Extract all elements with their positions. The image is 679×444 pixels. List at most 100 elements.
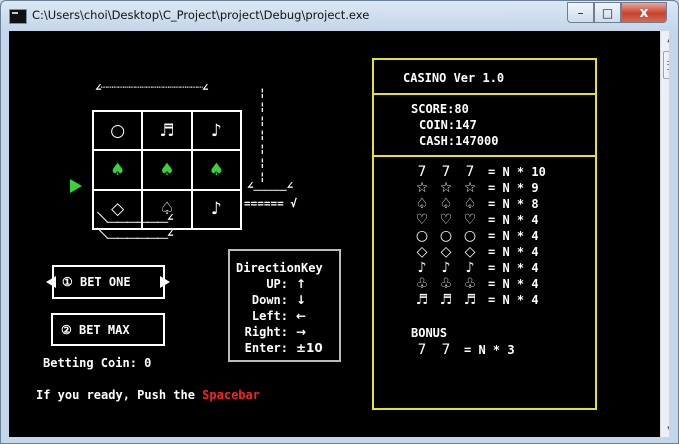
paytable-symbol: ○ [439, 228, 453, 244]
paytable-symbol: ♤ [463, 196, 477, 212]
paytable-payout: = N * 4 [488, 277, 539, 291]
direction-key-label: Enter: [244, 341, 288, 355]
paytable-symbol: ♡ [463, 212, 477, 228]
paytable-row: ♧ ♧ ♧ = N * 4 [410, 276, 539, 292]
vertical-scrollbar[interactable]: ▲ ▼ [660, 31, 669, 437]
machine-base-art-2: ＼＿＿＿＿＿＿∠ [97, 227, 174, 240]
paytable-symbol: ○ [415, 228, 429, 244]
paytable-symbol: ☆ [415, 180, 429, 196]
direction-key-label: Right: [244, 325, 288, 339]
paytable-symbol: ◇ [416, 244, 428, 260]
paytable-symbol: 7 [417, 164, 427, 180]
direction-key-label: Left: [251, 309, 288, 323]
direction-key-label: Down: [251, 293, 288, 307]
reel-cell: ○ [93, 111, 143, 151]
paytable-symbol: 7 [465, 164, 475, 180]
paytable-row: 7 7 7 = N * 10 [410, 164, 546, 180]
paytable-symbol: 7 [441, 164, 451, 180]
cash-text: CASH:147000 [419, 134, 499, 148]
paytable-symbol: ☆ [463, 180, 477, 196]
machine-side-art-top: ∠＿＿＿∠ [247, 179, 294, 192]
reel-cell: ♬ [142, 111, 192, 151]
casino-divider-2 [374, 155, 595, 157]
direction-key-label: UP: [266, 277, 288, 291]
coin-text: COIN:147 [419, 118, 477, 132]
caption-buttons: – □ x [567, 2, 667, 23]
paytable-symbol: ♪ [441, 260, 451, 276]
direction-key-value: ↓ [296, 293, 307, 307]
bet-one-button[interactable]: ① BET ONE [52, 265, 165, 299]
paytable-symbol: ♬ [463, 292, 477, 308]
paytable-payout: = N * 4 [488, 229, 539, 243]
direction-key-panel: DirectionKey UP: ↑ Down: ↓ Left: ← Right: → Ente… [228, 249, 341, 362]
paytable-row: ◇ ◇ ◇ = N * 4 [410, 244, 539, 260]
direction-key-value: → [296, 325, 307, 339]
bonus-label: BONUS [411, 326, 448, 340]
ready-prompt-text: If you ready, Push the [36, 388, 203, 402]
reel-cell: ♪ [191, 111, 241, 151]
title-bar[interactable]: C:\Users\choi\Desktop\C_Project\project\… [1, 1, 678, 31]
machine-side-dots: ¦ ¦ ¦ ¦ ¦ ¦ ¦ [259, 86, 266, 183]
bet-max-button[interactable]: ② BET MAX [51, 313, 165, 346]
paytable-symbol: ♡ [439, 212, 453, 228]
window-title: C:\Users\choi\Desktop\C_Project\project\… [32, 8, 370, 22]
paytable-row: ○ ○ ○ = N * 4 [410, 228, 539, 244]
console-window: C:\Users\choi\Desktop\C_Project\project\… [0, 0, 679, 444]
direction-key-value: ±10 [296, 341, 323, 355]
reel-cell: ♪ [191, 189, 241, 229]
selected-row-arrow-icon [70, 179, 82, 193]
paytable-symbol: ♬ [415, 292, 429, 308]
close-button[interactable]: x [621, 2, 667, 23]
bet-right-arrow-icon[interactable] [160, 276, 170, 288]
scroll-thumb[interactable] [663, 51, 669, 79]
direction-key-title: DirectionKey [236, 261, 323, 275]
paytable-payout: = N * 4 [488, 245, 539, 259]
spacebar-keyword: Spacebar [202, 388, 260, 402]
paytable-row: ♬ ♬ ♬ = N * 4 [410, 292, 539, 308]
reel-cell: ♠ [93, 150, 143, 190]
paytable-payout: = N * 4 [488, 213, 539, 227]
bonus-symbol: 7 [441, 342, 451, 358]
scroll-down-arrow-icon[interactable]: ▼ [661, 420, 669, 437]
paytable-payout: = N * 10 [488, 165, 546, 179]
bonus-payout: = N * 3 [464, 343, 515, 357]
paytable-symbol: ♪ [465, 260, 475, 276]
paytable-symbol: ♪ [417, 260, 427, 276]
paytable-symbol: ♧ [439, 276, 453, 292]
paytable-payout: = N * 9 [488, 181, 539, 195]
paytable-symbol: ♧ [415, 276, 429, 292]
paytable-symbol: ♡ [415, 212, 429, 228]
direction-key-value: ↑ [296, 277, 307, 291]
ready-prompt: If you ready, Push the Spacebar [36, 388, 260, 402]
casino-title: CASINO Ver 1.0 [403, 71, 505, 85]
paytable-payout: = N * 4 [488, 293, 539, 307]
scroll-up-arrow-icon[interactable]: ▲ [661, 31, 669, 48]
paytable-payout: = N * 4 [488, 261, 539, 275]
minimize-button[interactable]: – [567, 2, 594, 23]
paytable-row: ☆ ☆ ☆ = N * 9 [410, 180, 539, 196]
bonus-symbol: 7 [417, 342, 427, 358]
lever-art: ====== √ [244, 197, 297, 210]
bonus-combo: 7 7 = N * 3 [410, 342, 515, 358]
score-text: SCORE:80 [411, 102, 469, 116]
casino-divider-1 [374, 93, 595, 95]
paytable-symbol: ♧ [463, 276, 477, 292]
paytable-symbol: ♬ [439, 292, 453, 308]
paytable-symbol: ○ [463, 228, 477, 244]
reel-cell: ♠ [191, 150, 241, 190]
casino-panel: CASINO Ver 1.0 SCORE:80 COIN:147 CASH:14… [372, 58, 597, 410]
reel-cell: ♠ [142, 150, 192, 190]
paytable-row: ♤ ♤ ♤ = N * 8 [410, 196, 539, 212]
paytable-row: ♪ ♪ ♪ = N * 4 [410, 260, 539, 276]
paytable-payout: = N * 8 [488, 197, 539, 211]
machine-base-art-1: ＼＿＿＿＿＿＿∠ [97, 211, 174, 224]
betting-coin-text: Betting Coin: 0 [43, 356, 152, 370]
paytable-symbol: ◇ [440, 244, 452, 260]
paytable-symbol: ♤ [439, 196, 453, 212]
paytable-symbol: ♤ [415, 196, 429, 212]
paytable-symbol: ☆ [439, 180, 453, 196]
paytable-symbol: ◇ [464, 244, 476, 260]
console-output: ∠┈┈┈┈┈┈┈┈┈┈┈┈┈┈┈┈┈┈∠ ¦ ¦ ¦ ¦ ¦ ¦ ¦ ○ ♬ ♪ ♠ ♠… [9, 31, 669, 437]
maximize-button[interactable]: □ [594, 2, 621, 23]
paytable-row: ♡ ♡ ♡ = N * 4 [410, 212, 539, 228]
